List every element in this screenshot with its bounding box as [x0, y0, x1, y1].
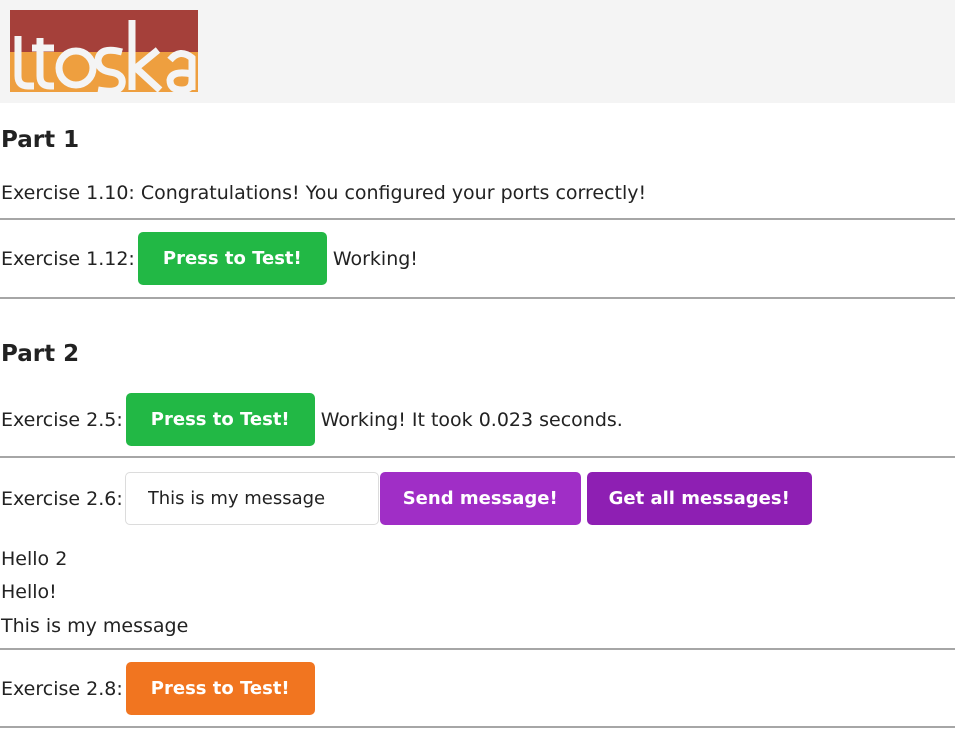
header: itoska: [0, 0, 955, 103]
exercise-1-10-row: Exercise 1.10: Congratulations! You conf…: [1, 182, 646, 204]
itoska-logo[interactable]: itoska: [10, 10, 198, 92]
exercise-2-5-test-button[interactable]: Press to Test!: [125, 393, 315, 446]
send-message-button[interactable]: Send message!: [379, 472, 581, 525]
exercise-2-6-label: Exercise 2.6:: [1, 487, 123, 510]
exercise-1-12-status: Working!: [332, 247, 418, 270]
part-2-title: Part 2: [1, 341, 80, 367]
get-all-messages-button[interactable]: Get all messages!: [586, 472, 812, 525]
exercise-2-8-test-button[interactable]: Press to Test!: [125, 662, 315, 715]
exercise-2-8-label: Exercise 2.8:: [1, 677, 123, 700]
message-input[interactable]: [124, 472, 379, 525]
exercise-2-5-status: Working! It took 0.023 seconds.: [320, 408, 623, 431]
exercise-1-12-test-button[interactable]: Press to Test!: [137, 232, 327, 285]
exercise-2-8-row: Exercise 2.8: Press to Test!: [1, 662, 315, 715]
exercise-2-5-label: Exercise 2.5:: [1, 408, 123, 431]
exercise-1-10-text: Exercise 1.10: Congratulations! You conf…: [1, 182, 647, 204]
message-item: Hello!: [1, 581, 57, 603]
exercise-1-12-label: Exercise 1.12:: [1, 247, 135, 270]
exercise-2-6-row: Exercise 2.6: Send message! Get all mess…: [1, 472, 812, 525]
divider: [0, 726, 955, 728]
divider: [0, 297, 955, 299]
logo-graphic: [10, 10, 198, 92]
exercise-1-12-row: Exercise 1.12: Press to Test! Working!: [1, 232, 418, 285]
divider: [0, 648, 955, 650]
message-item: Hello 2: [1, 548, 68, 570]
divider: [0, 456, 955, 458]
message-item: This is my message: [1, 615, 189, 637]
divider: [0, 218, 955, 220]
part-1-title: Part 1: [1, 127, 80, 153]
exercise-2-5-row: Exercise 2.5: Press to Test! Working! It…: [1, 393, 623, 446]
